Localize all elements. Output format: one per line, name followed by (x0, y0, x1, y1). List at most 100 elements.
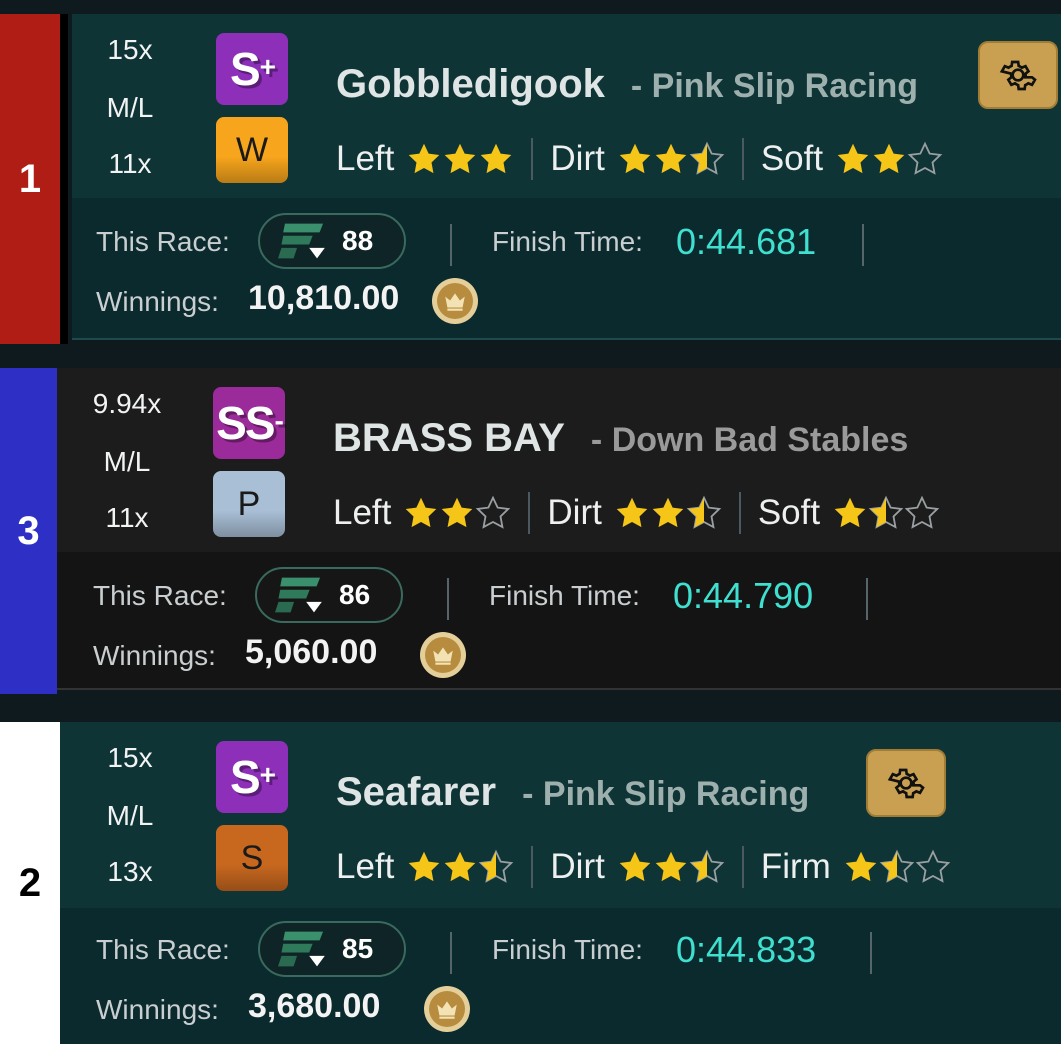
surface-label: Firm (760, 847, 831, 886)
surface-rating-left: Left (336, 847, 514, 887)
horse-name-row: BRASS BAY - Down Bad Stables (333, 416, 908, 461)
crown-coin-icon (424, 986, 470, 1032)
star-empty-icon (904, 495, 940, 529)
winnings-label: Winnings: (93, 640, 216, 671)
speed-rating-pill[interactable]: 88 (258, 213, 406, 269)
grade-badge: S + (216, 33, 288, 105)
surface-label: Soft (757, 493, 821, 532)
star-half-icon (868, 495, 904, 529)
surface-rating-left: Left (336, 139, 514, 179)
speed-figure-icon (278, 223, 325, 259)
surface-label: Left (336, 139, 395, 178)
star-full-icon (655, 851, 687, 882)
surface-ratings: Left Dirt Soft (336, 138, 943, 180)
speed-rating-pill[interactable]: 86 (255, 567, 403, 623)
speed-rating-pill[interactable]: 85 (258, 921, 406, 977)
star-rating (403, 495, 511, 531)
star-rating (843, 849, 951, 885)
odds-morning-line: 11x (108, 148, 152, 179)
odds-column: 15x M/L 13x (78, 744, 182, 894)
surface-label: Soft (760, 139, 824, 178)
star-half-icon (879, 849, 915, 883)
grade-modifier: + (259, 759, 276, 790)
finish-time-value: 0:44.681 (676, 221, 817, 262)
grade-badge: SS - (213, 387, 285, 459)
odds-current: 15x (107, 742, 153, 773)
horse-name-row: Gobbledigook - Pink Slip Racing (336, 62, 918, 107)
post-position: 1 (0, 14, 68, 344)
divider (528, 492, 531, 534)
star-empty-icon (476, 495, 511, 529)
star-rating (617, 141, 725, 177)
surface-rating-firm: Firm (761, 847, 951, 887)
star-rating (406, 849, 514, 885)
this-race-label: This Race: (96, 226, 230, 257)
star-full-icon (409, 851, 440, 882)
star-rating (835, 141, 943, 177)
star-full-icon (409, 143, 440, 174)
odds-current: 15x (107, 34, 153, 65)
race-entry-card: 3 9.94x M/L 11x SS - P BRASS BAY - Down Bad Stab… (0, 368, 1061, 694)
divider (450, 224, 452, 266)
horse-name[interactable]: Seafarer (336, 770, 496, 815)
crown-coin-icon (432, 278, 478, 324)
this-race-label: This Race: (93, 580, 227, 611)
star-rating (614, 495, 722, 531)
star-full-icon (845, 851, 877, 882)
winnings-value: 10,810.00 (248, 279, 400, 317)
surface-ratings: Left Dirt Soft (333, 492, 940, 534)
winnings-label: Winnings: (96, 286, 219, 317)
star-full-icon (873, 143, 905, 174)
odds-current: 9.94x (92, 388, 162, 419)
star-full-icon (619, 143, 651, 174)
horse-name[interactable]: BRASS BAY (333, 416, 565, 461)
star-full-icon (445, 143, 476, 174)
grade-letter: SS (216, 397, 275, 449)
surface-label: Left (336, 847, 395, 886)
stable-name[interactable]: - Down Bad Stables (591, 421, 908, 460)
stable-name[interactable]: - Pink Slip Racing (631, 67, 918, 106)
surface-label: Dirt (550, 847, 605, 886)
settings-button[interactable] (866, 749, 946, 817)
divider (531, 846, 534, 888)
grade-letter: S (229, 43, 261, 95)
star-half-icon (686, 495, 722, 529)
star-empty-icon (907, 141, 943, 175)
star-empty-icon (915, 849, 951, 883)
surface-rating-dirt: Dirt (547, 493, 722, 533)
surface-rating-soft: Soft (761, 139, 943, 179)
divider (741, 846, 744, 888)
surface-label: Dirt (547, 493, 602, 532)
morning-line-label: M/L (103, 446, 151, 477)
surface-rating-dirt: Dirt (550, 847, 725, 887)
finish-time-label: Finish Time: (492, 934, 643, 965)
gear-icon (887, 768, 925, 799)
divider (870, 932, 872, 974)
star-half-icon (689, 141, 725, 175)
star-full-icon (442, 497, 473, 528)
crown-coin-icon (420, 632, 466, 678)
morning-line-label: M/L (106, 800, 154, 831)
class-badge: S (216, 825, 288, 891)
divider (741, 138, 744, 180)
horse-name[interactable]: Gobbledigook (336, 62, 605, 107)
divider (738, 492, 741, 534)
grade-modifier: - (274, 405, 284, 436)
star-full-icon (616, 497, 648, 528)
star-full-icon (406, 497, 437, 528)
settings-button[interactable] (978, 41, 1058, 109)
class-badge: W (216, 117, 288, 183)
star-rating (832, 495, 940, 531)
surface-label: Left (333, 493, 392, 532)
star-half-icon (479, 849, 514, 883)
odds-column: 9.94x M/L 11x (75, 390, 179, 540)
surface-label: Dirt (550, 139, 605, 178)
stable-name[interactable]: - Pink Slip Racing (522, 775, 809, 814)
divider (450, 932, 452, 974)
finish-time-label: Finish Time: (492, 226, 643, 257)
gear-icon (999, 60, 1037, 91)
class-badge: P (213, 471, 285, 537)
star-full-icon (652, 497, 684, 528)
star-rating (617, 849, 725, 885)
divider (862, 224, 864, 266)
